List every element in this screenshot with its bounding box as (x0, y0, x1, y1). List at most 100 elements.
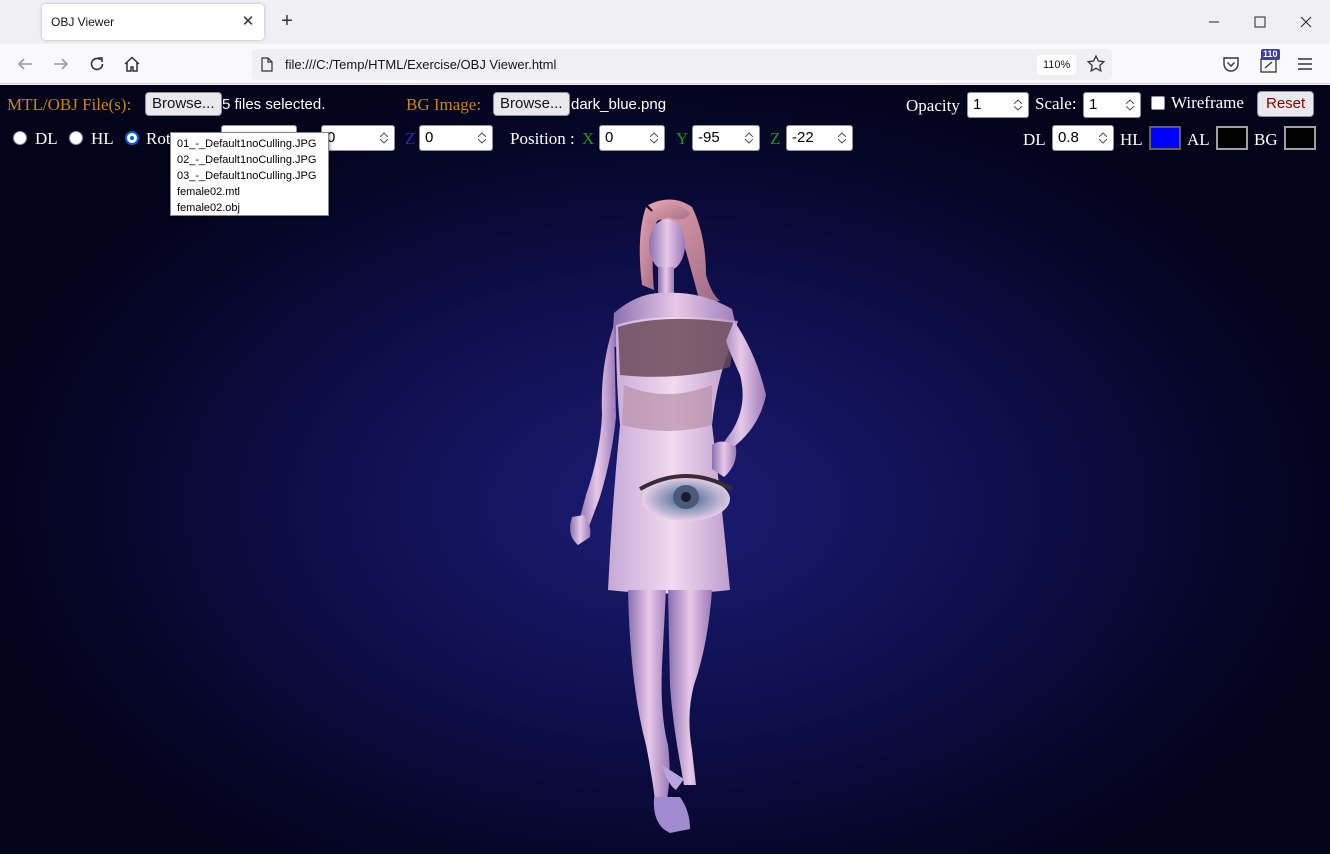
dl-value-input[interactable]: 0.8 (1052, 125, 1114, 151)
menu-button[interactable] (1294, 53, 1316, 75)
pocket-icon (1223, 57, 1239, 72)
dl-value-spinner[interactable] (1094, 127, 1112, 149)
page-icon (261, 57, 273, 72)
position-x-spinner[interactable] (645, 127, 663, 149)
file-list-item: female02.obj (177, 202, 240, 214)
tab-title: OBJ Viewer (51, 15, 115, 29)
hl-color-label: HL (1120, 130, 1143, 149)
reset-button[interactable]: Reset (1257, 91, 1315, 117)
tab-obj-viewer[interactable]: OBJ Viewer ✕ (42, 4, 264, 40)
rot-z-input[interactable]: 0 (419, 125, 493, 151)
close-icon (1300, 16, 1312, 28)
radio-dl[interactable] (13, 131, 27, 145)
rot-radio-label: Rot (146, 129, 171, 148)
opacity-label: Opacity (906, 96, 960, 115)
rot-z-label: Z (405, 129, 416, 148)
chevron-up-icon (1099, 132, 1107, 137)
bg-browse-button[interactable]: Browse... (493, 92, 570, 116)
file-list-item: 02_-_Default1noCulling.JPG (177, 154, 317, 166)
reload-icon (90, 57, 104, 71)
home-icon (124, 56, 140, 72)
position-x-input[interactable]: 0 (599, 125, 665, 151)
minimize-button[interactable] (1191, 8, 1237, 36)
extension-button[interactable]: 110 (1258, 49, 1280, 75)
rot-z-value: 0 (425, 129, 434, 146)
bg-file-name: dark_blue.png (571, 96, 667, 113)
files-browse-button[interactable]: Browse... (145, 92, 222, 116)
position-y-label: Y (676, 129, 689, 148)
new-tab-button[interactable]: + (276, 10, 298, 32)
maximize-icon (1254, 16, 1266, 28)
al-color-label: AL (1187, 130, 1210, 149)
chevron-up-icon (380, 132, 388, 137)
selected-files-tooltip: 01_-_Default1noCulling.JPG 02_-_Default1… (170, 132, 329, 216)
url-text[interactable]: file:///C:/Temp/HTML/Exercise/OBJ Viewer… (285, 57, 556, 72)
dl-value: 0.8 (1058, 129, 1079, 146)
forward-button[interactable] (49, 52, 73, 76)
hl-radio-label: HL (91, 129, 114, 148)
position-z-input[interactable]: -22 (786, 125, 853, 151)
chevron-down-icon (1126, 106, 1134, 111)
extension-badge: 110 (1261, 49, 1280, 60)
opacity-spinner[interactable] (1009, 94, 1027, 116)
chevron-down-icon (1099, 139, 1107, 144)
chevron-up-icon (838, 132, 846, 137)
rot-y-spinner[interactable] (375, 127, 393, 149)
position-z-value: -22 (792, 129, 814, 146)
home-button[interactable] (120, 52, 144, 76)
reload-button[interactable] (85, 52, 109, 76)
files-selected-status: 5 files selected. (222, 96, 326, 113)
address-bar[interactable]: file:///C:/Temp/HTML/Exercise/OBJ Viewer… (252, 49, 1112, 80)
back-button[interactable] (13, 52, 37, 76)
position-z-label: Z (770, 129, 781, 148)
scale-input[interactable]: 1 (1083, 92, 1141, 118)
zoom-level-badge[interactable]: 110% (1037, 55, 1077, 75)
radio-hl[interactable] (69, 131, 83, 145)
position-y-spinner[interactable] (740, 127, 758, 149)
chevron-down-icon (745, 139, 753, 144)
al-color-picker[interactable] (1216, 126, 1248, 150)
pocket-button[interactable] (1220, 53, 1242, 75)
chevron-up-icon (478, 132, 486, 137)
maximize-button[interactable] (1237, 8, 1283, 36)
bg-color-picker[interactable] (1284, 126, 1316, 150)
position-y-input[interactable]: -95 (692, 125, 760, 151)
arrow-left-icon (17, 58, 32, 70)
close-window-button[interactable] (1283, 8, 1329, 36)
opacity-input[interactable]: 1 (967, 92, 1029, 118)
file-list-item: female02.mtl (177, 186, 240, 198)
rot-z-spinner[interactable] (473, 127, 491, 149)
chevron-up-icon (1014, 99, 1022, 104)
chevron-down-icon (1014, 106, 1022, 111)
rot-y-input[interactable]: 0 (321, 125, 395, 151)
bookmark-star-icon[interactable] (1086, 54, 1106, 74)
position-x-label: X (582, 129, 595, 148)
position-y-value: -95 (698, 129, 720, 146)
radio-rot[interactable] (125, 131, 139, 145)
position-z-spinner[interactable] (833, 127, 851, 149)
chevron-down-icon (650, 139, 658, 144)
file-list-item: 03_-_Default1noCulling.JPG (177, 170, 317, 182)
scale-label: Scale: (1035, 94, 1077, 113)
bg-color-label: BG (1254, 130, 1278, 149)
chevron-down-icon (380, 139, 388, 144)
scale-value: 1 (1089, 96, 1098, 113)
wireframe-label: Wireframe (1171, 93, 1244, 112)
mtl-obj-files-label: MTL/OBJ File(s): (7, 95, 132, 114)
chevron-up-icon (745, 132, 753, 137)
wireframe-checkbox[interactable] (1151, 96, 1165, 110)
scale-spinner[interactable] (1121, 94, 1139, 116)
chevron-up-icon (650, 132, 658, 137)
hl-color-picker[interactable] (1149, 126, 1181, 150)
tab-bar: OBJ Viewer ✕ + (0, 0, 1330, 44)
chevron-up-icon (1126, 99, 1134, 104)
position-x-value: 0 (605, 129, 614, 146)
bg-image-label: BG Image: (406, 95, 482, 114)
tab-close-icon[interactable]: ✕ (239, 13, 257, 31)
dl-radio-label: DL (35, 129, 58, 148)
obj-viewer-canvas[interactable]: MTL/OBJ File(s): Browse... 5 files selec… (0, 85, 1330, 854)
arrow-right-icon (54, 58, 69, 70)
opacity-value: 1 (973, 96, 982, 113)
minimize-icon (1209, 21, 1219, 23)
file-list-item: 01_-_Default1noCulling.JPG (177, 138, 317, 150)
